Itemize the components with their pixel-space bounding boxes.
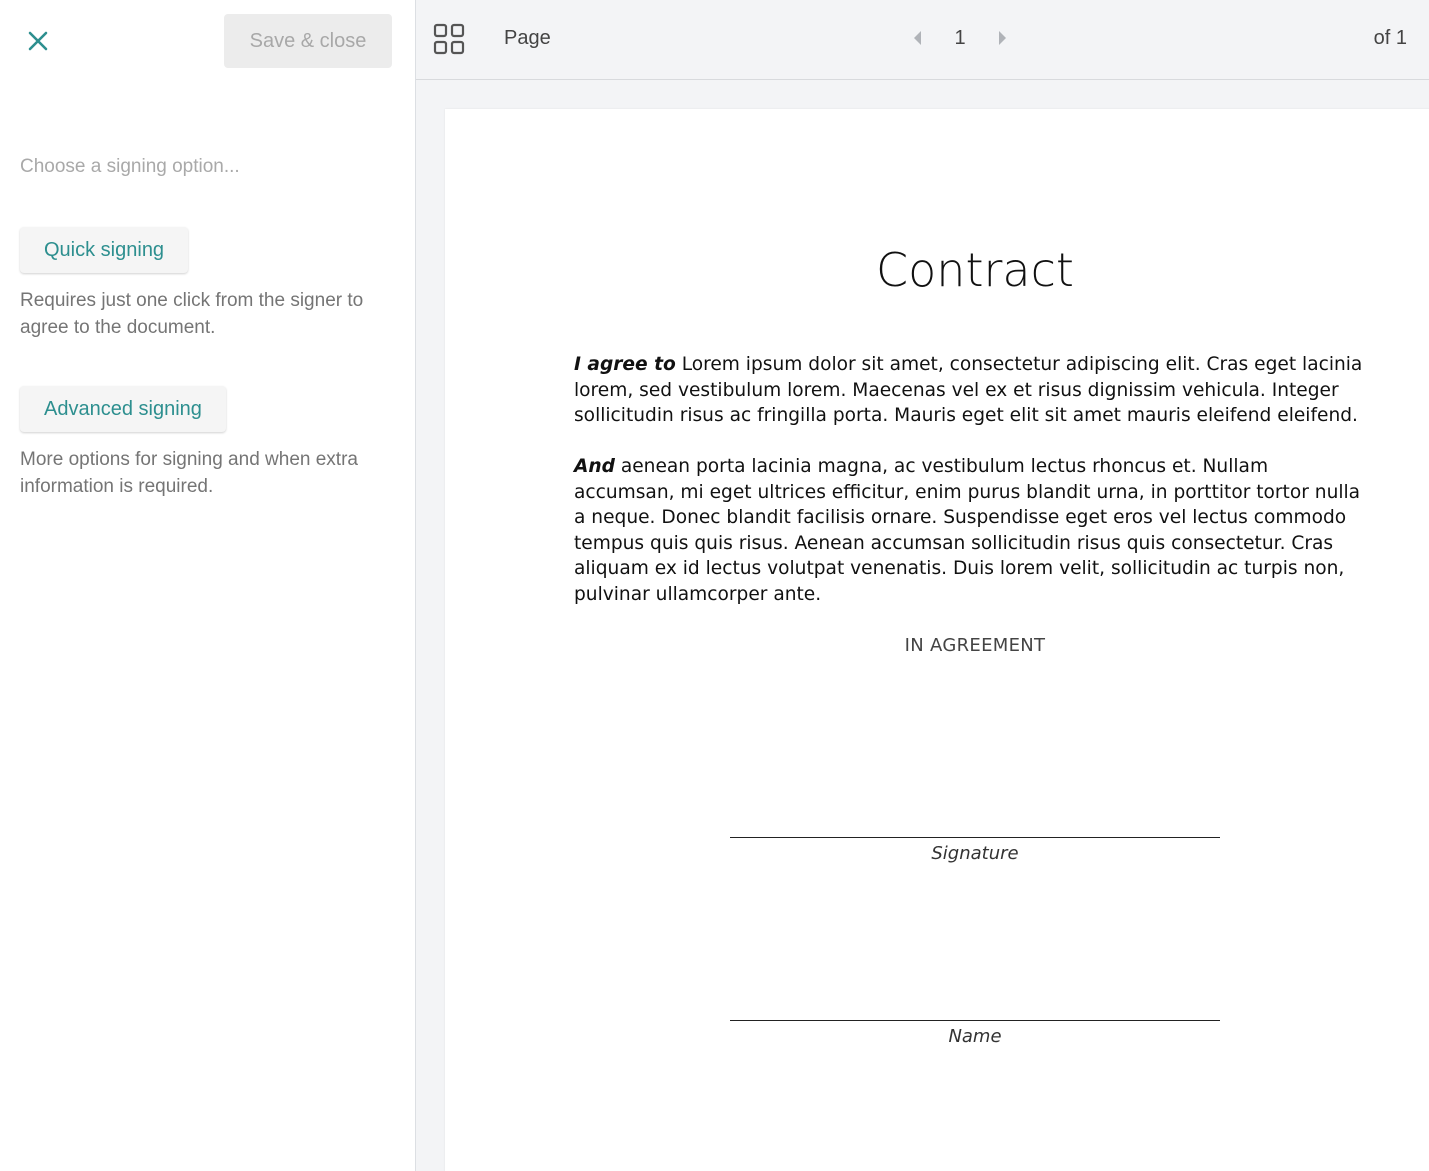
name-caption: Name [948,1026,1002,1047]
document-viewer: Page 1 of 1 Contract I agree to Lorem ip… [416,0,1429,1171]
agreement-heading: IN AGREEMENT [904,635,1046,656]
close-button[interactable] [24,27,52,55]
next-page-button[interactable] [994,28,1010,48]
close-icon [28,31,48,51]
name-line [730,1020,1220,1021]
page-label: Page [504,27,551,49]
paragraph-text: aenean porta lacinia magna, ac vestibulu… [574,456,1361,605]
total-pages: of 1 [1373,27,1407,49]
caret-left-icon [914,31,921,45]
save-and-close-button[interactable]: Save & close [224,14,392,68]
viewer-toolbar: Page 1 of 1 [416,0,1429,80]
app: Save & close Choose a signing option... … [0,0,1429,1171]
document-page: Contract I agree to Lorem ipsum dolor si… [445,109,1429,1171]
quick-signing-description: Requires just one click from the signer … [20,290,364,338]
signature-caption: Signature [931,843,1019,864]
document-paragraph: I agree to Lorem ipsum dolor sit amet, c… [574,352,1374,429]
advanced-signing-description: More options for signing and when extra … [20,449,358,497]
signature-line [730,837,1220,838]
quick-signing-button[interactable]: Quick signing [20,227,189,273]
document-title: Contract [876,243,1074,297]
current-page-number[interactable]: 1 [946,27,974,50]
thumbnail-grid-button[interactable] [432,22,466,56]
paragraph-text: Lorem ipsum dolor sit amet, consectetur … [574,354,1363,426]
signing-sidebar: Save & close Choose a signing option... … [0,0,416,1171]
document-paragraph: And aenean porta lacinia magna, ac vesti… [574,454,1374,607]
advanced-signing-button[interactable]: Advanced signing [20,386,226,432]
signing-option-hint: Choose a signing option... [20,156,240,177]
paragraph-lead: And [574,456,615,477]
caret-right-icon [999,31,1006,45]
grid-view-icon [433,23,465,55]
paragraph-lead: I agree to [574,354,676,375]
previous-page-button[interactable] [910,28,926,48]
